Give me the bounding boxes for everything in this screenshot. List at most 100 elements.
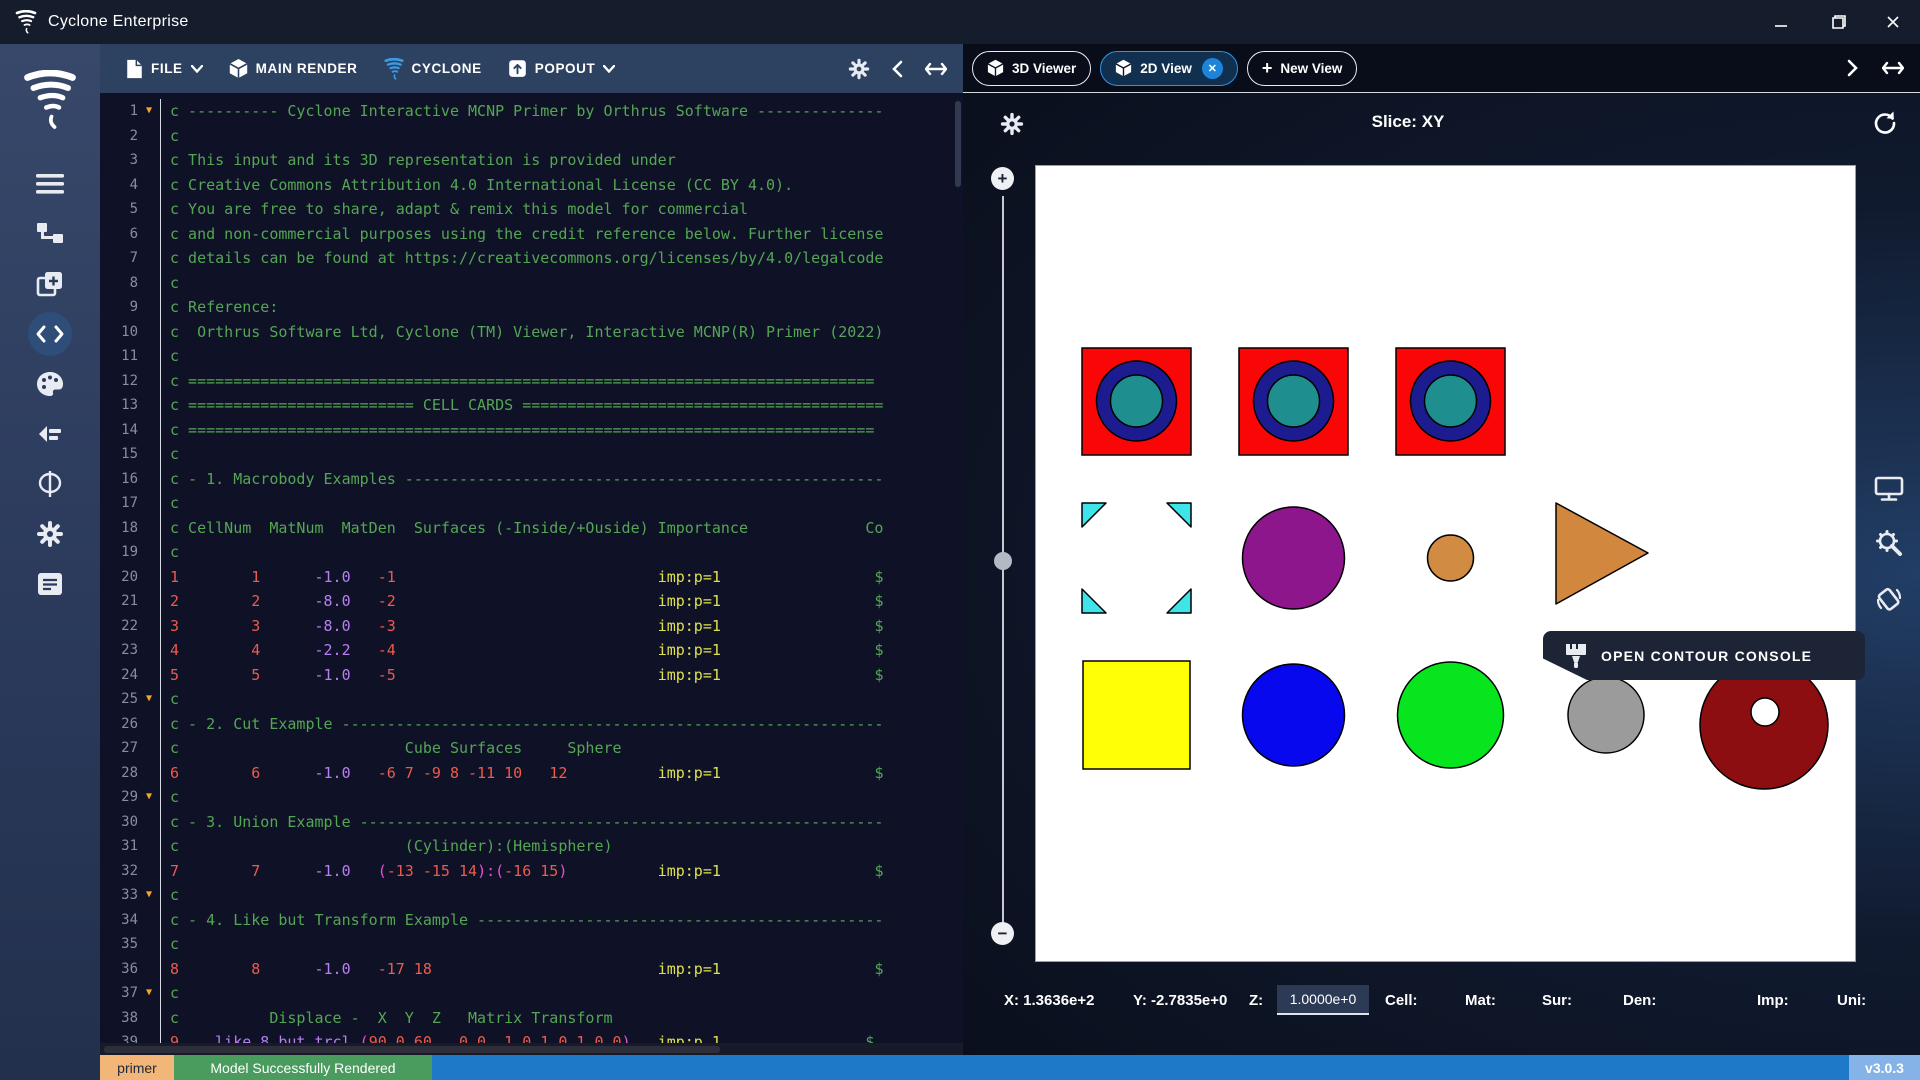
code-text[interactable]: 7 7 -1.0 (-13 -15 14):(-16 15) imp:p=1 $	[160, 858, 883, 883]
code-line[interactable]: 1 ▼ c ---------- Cyclone Interactive MCNP …	[100, 99, 963, 124]
sidebar-item-appearance[interactable]	[28, 362, 72, 406]
zoom-slider-thumb[interactable]	[994, 552, 1012, 570]
code-line[interactable]: 28 6 6 -1.0 -6 7 -9 8 -11 10 12 imp:p=1 $	[100, 760, 963, 785]
code-text[interactable]: c	[160, 687, 179, 712]
code-text[interactable]: c	[160, 785, 179, 810]
code-line[interactable]: 35 c	[100, 932, 963, 957]
file-menu-button[interactable]: FILE	[126, 59, 203, 79]
sidebar-item-notes[interactable]	[28, 562, 72, 606]
fold-arrow-icon[interactable]: ▼	[138, 99, 160, 124]
code-line[interactable]: 5 c You are free to share, adapt & remix …	[100, 197, 963, 222]
collapse-left-icon[interactable]	[892, 60, 903, 78]
code-text[interactable]: c Reference:	[160, 295, 278, 320]
code-text[interactable]: c	[160, 491, 179, 516]
code-line[interactable]: 13 c ========================= CELL CARDS…	[100, 393, 963, 418]
code-text[interactable]: c	[160, 270, 179, 295]
geometry-cell-circle[interactable]	[1396, 661, 1505, 769]
code-line[interactable]: 2c	[100, 123, 963, 148]
code-line[interactable]: 33 ▼ c	[100, 883, 963, 908]
refresh-view-icon[interactable]	[1872, 110, 1898, 136]
sidebar-item-settings[interactable]	[28, 512, 72, 556]
code-line[interactable]: 36 8 8 -1.0 -17 18 imp:p=1 $	[100, 956, 963, 981]
geometry-cell-polygon[interactable]	[1081, 588, 1107, 614]
code-line[interactable]: 31 c (Cylinder):(Hemisphere)	[100, 834, 963, 859]
code-text[interactable]: c	[160, 540, 179, 565]
code-text[interactable]: c ---------- Cyclone Interactive MCNP Pr…	[160, 99, 883, 124]
resize-horizontal-icon[interactable]	[925, 62, 947, 76]
code-text[interactable]: c Cube Surfaces Sphere	[160, 736, 622, 761]
code-text[interactable]: 9 like 8 but trcl (90 0 60 0 0 1 0 1 0 1…	[160, 1030, 874, 1043]
geometry-cell-rect[interactable]	[1082, 660, 1191, 770]
geometry-cell-circle[interactable]	[1750, 697, 1780, 727]
code-line[interactable]: 29 ▼ c	[100, 785, 963, 810]
code-line[interactable]: 37 ▼ c	[100, 981, 963, 1006]
code-text[interactable]: c ======================================…	[160, 368, 874, 393]
code-line[interactable]: 22 3 3 -8.0 -3 imp:p=1 $	[100, 613, 963, 638]
geometry-cell-polygon[interactable]	[1081, 502, 1107, 528]
open-file-tab[interactable]: primer	[100, 1055, 174, 1080]
render-settings-icon[interactable]	[1874, 528, 1904, 558]
code-text[interactable]: c ======================================…	[160, 417, 874, 442]
code-line[interactable]: 27 c Cube Surfaces Sphere	[100, 736, 963, 761]
scrollbar-thumb[interactable]	[104, 1046, 720, 1053]
fold-arrow-icon[interactable]: ▼	[138, 883, 160, 908]
code-line[interactable]: 34 c - 4. Like but Transform Example ----…	[100, 907, 963, 932]
sidebar-item-code-editor[interactable]	[28, 312, 72, 356]
code-line[interactable]: 23 4 4 -2.2 -4 imp:p=1 $	[100, 638, 963, 663]
geometry-cell-circle[interactable]	[1241, 663, 1346, 767]
sidebar-item-add-view[interactable]	[28, 262, 72, 306]
sidebar-item-hierarchy[interactable]	[28, 212, 72, 256]
geometry-cell-polygon[interactable]	[1555, 502, 1649, 605]
code-text[interactable]: 2 2 -8.0 -2 imp:p=1 $	[160, 589, 883, 614]
editor-vertical-scrollbar[interactable]	[955, 101, 961, 187]
code-line[interactable]: 26 c - 2. Cut Example -------------------…	[100, 711, 963, 736]
code-text[interactable]: 6 6 -1.0 -6 7 -9 8 -11 10 12 imp:p=1 $	[160, 760, 883, 785]
code-line[interactable]: 14 c ====================================…	[100, 417, 963, 442]
code-text[interactable]: 5 5 -1.0 -5 imp:p=1 $	[160, 662, 883, 687]
code-line[interactable]: 6 c and non-commercial purposes using the…	[100, 221, 963, 246]
sidebar-item-flow[interactable]	[28, 412, 72, 456]
viewer-tab-3d-viewer[interactable]: 3D Viewer	[972, 50, 1092, 86]
code-line[interactable]: 9 c Reference:	[100, 295, 963, 320]
sidebar-item-axis[interactable]	[28, 462, 72, 506]
geometry-cell-circle[interactable]	[1266, 374, 1321, 428]
code-line[interactable]: 4 c Creative Commons Attribution 4.0 Inte…	[100, 172, 963, 197]
viewer-tab-new-view[interactable]: + New View	[1246, 50, 1358, 86]
code-text[interactable]: c - 4. Like but Transform Example ------…	[160, 907, 883, 932]
sidebar-item-menu[interactable]	[28, 162, 72, 206]
code-line[interactable]: 30 c - 3. Union Example -----------------…	[100, 809, 963, 834]
open-contour-console-button[interactable]: OPEN CONTOUR CONSOLE	[1543, 631, 1865, 680]
fold-arrow-icon[interactable]: ▼	[138, 785, 160, 810]
code-line[interactable]: 20 1 1 -1.0 -1 imp:p=1 $	[100, 564, 963, 589]
code-editor[interactable]: 1 ▼ c ---------- Cyclone Interactive MCNP …	[100, 93, 963, 1043]
code-text[interactable]: c	[160, 344, 179, 369]
cyclone-logo-icon[interactable]	[21, 70, 79, 130]
code-text[interactable]: c Displace - X Y Z Matrix Transform	[160, 1005, 613, 1030]
geometry-cell-circle[interactable]	[1567, 676, 1645, 754]
code-text[interactable]: c CellNum MatNum MatDen Surfaces (-Insid…	[160, 515, 883, 540]
zoom-out-button[interactable]: −	[991, 922, 1014, 945]
geometry-cell-circle[interactable]	[1109, 374, 1164, 428]
code-text[interactable]: c	[160, 932, 179, 957]
z-value-input[interactable]	[1277, 985, 1369, 1015]
code-line[interactable]: 12 c ====================================…	[100, 368, 963, 393]
fold-arrow-icon[interactable]: ▼	[138, 981, 160, 1006]
maximize-button[interactable]	[1828, 13, 1846, 31]
cyclone-button[interactable]: CYCLONE	[383, 57, 482, 80]
code-line[interactable]: 19 c	[100, 540, 963, 565]
rotate-device-icon[interactable]	[1874, 584, 1904, 614]
popout-button[interactable]: POPOUT	[508, 59, 616, 78]
expand-tabs-icon[interactable]	[1847, 59, 1858, 77]
fold-arrow-icon[interactable]: ▼	[138, 687, 160, 712]
main-render-button[interactable]: MAIN RENDER	[229, 58, 358, 79]
code-line[interactable]: 25 ▼ c	[100, 687, 963, 712]
viewer-canvas[interactable]	[1035, 165, 1856, 962]
code-text[interactable]: c - 1. Macrobody Examples --------------…	[160, 466, 883, 491]
code-text[interactable]: 3 3 -8.0 -3 imp:p=1 $	[160, 613, 883, 638]
geometry-cell-polygon[interactable]	[1166, 588, 1192, 614]
close-tab-icon[interactable]: ✕	[1201, 57, 1223, 79]
code-line[interactable]: 11 c	[100, 344, 963, 369]
code-line[interactable]: 15 c	[100, 442, 963, 467]
geometry-cell-circle[interactable]	[1241, 506, 1346, 610]
monitor-icon[interactable]	[1874, 476, 1904, 502]
